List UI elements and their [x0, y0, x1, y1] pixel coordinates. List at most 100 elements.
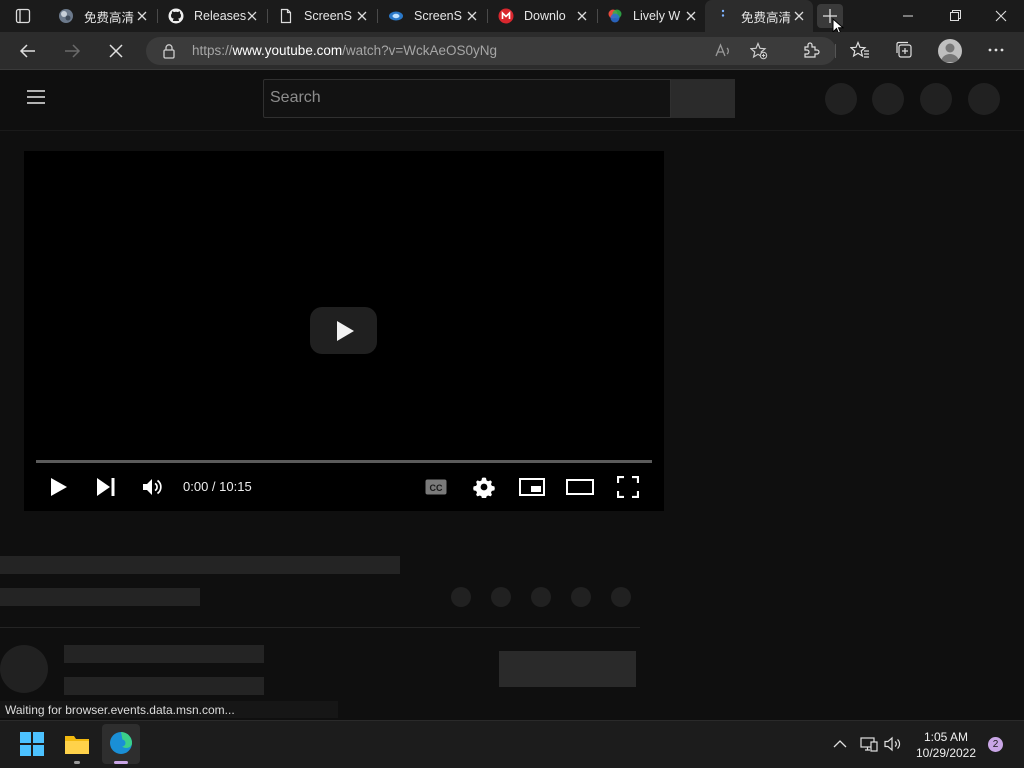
miniplayer-icon [519, 478, 545, 496]
tab-title: Downlo [524, 9, 566, 23]
tab-4[interactable]: ScreenS [378, 0, 486, 32]
profile-avatar[interactable] [938, 39, 962, 63]
header-divider [0, 130, 1024, 131]
volume-icon [143, 479, 162, 495]
tab-5[interactable]: Downlo [488, 0, 596, 32]
tab-title: Releases [194, 9, 247, 23]
close-tab-icon[interactable] [134, 8, 150, 24]
close-tab-icon[interactable] [244, 8, 260, 24]
settings-button[interactable] [473, 476, 495, 498]
tab-7-active[interactable]: 免费高清 [705, 0, 813, 32]
header-placeholder-circle [872, 83, 904, 115]
folder-icon [65, 736, 89, 754]
globe-icon [58, 8, 74, 24]
chevron-up-icon [833, 740, 847, 748]
tab-strip: 免费高清 Releases ScreenS ScreenS Downlo Liv… [0, 0, 1024, 36]
next-button[interactable] [96, 478, 116, 496]
svg-text:CC: CC [430, 483, 443, 493]
tab-title: Lively W [633, 9, 681, 23]
settings-more-icon[interactable] [986, 41, 1006, 59]
status-bar: Waiting for browser.events.data.msn.com.… [0, 701, 338, 718]
volume-button[interactable] [142, 477, 164, 497]
close-tab-icon[interactable] [574, 8, 590, 24]
clock-time: 1:05 AM [923, 730, 969, 744]
theater-icon [566, 479, 594, 495]
channel-avatar-placeholder [0, 645, 48, 693]
header-placeholder-circle [920, 83, 952, 115]
views-placeholder [0, 588, 200, 606]
close-tab-icon[interactable] [791, 8, 807, 24]
action-placeholder [491, 587, 511, 607]
search-button[interactable] [671, 79, 735, 118]
restore-button[interactable] [943, 8, 967, 24]
notification-badge[interactable]: 2 [988, 737, 1003, 752]
tab-title: ScreenS [304, 9, 352, 23]
add-favorite-icon[interactable] [750, 42, 768, 60]
large-play-button[interactable] [310, 307, 377, 354]
back-button[interactable] [18, 41, 38, 61]
fullscreen-icon [617, 476, 639, 498]
play-icon [51, 478, 67, 496]
read-aloud-icon[interactable] [714, 42, 732, 60]
action-placeholder [451, 587, 471, 607]
play-icon [337, 321, 354, 341]
toolbar-divider [835, 44, 836, 58]
play-button[interactable] [50, 478, 68, 496]
search-input[interactable]: Search [263, 79, 671, 118]
extensions-icon[interactable] [802, 41, 820, 59]
network-icon[interactable] [860, 736, 878, 752]
menu-icon[interactable] [26, 88, 46, 106]
windows-logo-icon [20, 732, 44, 756]
miniplayer-button[interactable] [519, 478, 545, 496]
minimize-button[interactable] [896, 8, 920, 24]
forward-button[interactable] [62, 41, 82, 61]
favorites-icon[interactable] [850, 41, 870, 59]
close-tab-icon[interactable] [464, 8, 480, 24]
fullscreen-button[interactable] [617, 476, 639, 498]
volume-tray-icon[interactable] [884, 736, 902, 752]
theater-mode-button[interactable] [566, 478, 594, 496]
next-track-icon [97, 478, 115, 496]
github-icon [168, 8, 184, 24]
stop-loading-button[interactable] [106, 41, 126, 61]
edge-taskbar-button[interactable] [102, 724, 140, 764]
captions-button[interactable]: CC [425, 478, 447, 496]
gear-icon [473, 477, 495, 498]
close-tab-icon[interactable] [683, 8, 699, 24]
url-text: https://www.youtube.com/watch?v=WckAeOS0… [192, 43, 498, 58]
title-placeholder [0, 556, 400, 574]
search-placeholder: Search [270, 89, 321, 106]
lock-icon[interactable] [162, 43, 176, 59]
subscribe-placeholder [499, 651, 636, 687]
stop-icon [109, 44, 123, 58]
action-placeholder [611, 587, 631, 607]
address-bar[interactable]: https://www.youtube.com/watch?v=WckAeOS0… [146, 37, 836, 65]
collections-icon[interactable] [895, 41, 915, 59]
mega-icon [498, 8, 514, 24]
action-placeholder [531, 587, 551, 607]
loading-icon [715, 8, 731, 24]
tab-1[interactable]: 免费高清 [48, 0, 156, 32]
lively-icon [607, 8, 623, 24]
back-arrow-icon [19, 44, 35, 58]
tab-actions-icon[interactable] [15, 8, 31, 24]
tab-title: 免费高清 [741, 10, 792, 25]
tab-3[interactable]: ScreenS [268, 0, 376, 32]
channel-name-placeholder [64, 645, 264, 663]
tab-6[interactable]: Lively W [597, 0, 705, 32]
progress-bar[interactable] [36, 460, 652, 463]
subscribers-placeholder [64, 677, 264, 695]
forward-arrow-icon [65, 44, 81, 58]
close-window-button[interactable] [989, 8, 1013, 24]
tab-title: 免费高清 [84, 10, 135, 25]
tab-2[interactable]: Releases [158, 0, 266, 32]
clock[interactable]: 1:05 AM 10/29/2022 [913, 729, 979, 761]
time-display: 0:00 / 10:15 [183, 479, 252, 494]
show-hidden-icons-button[interactable] [833, 737, 847, 751]
header-placeholder-circle [968, 83, 1000, 115]
clock-date: 10/29/2022 [915, 746, 977, 760]
start-button[interactable] [20, 732, 44, 756]
edge-icon [110, 732, 132, 754]
close-tab-icon[interactable] [354, 8, 370, 24]
file-explorer-button[interactable] [64, 733, 90, 755]
